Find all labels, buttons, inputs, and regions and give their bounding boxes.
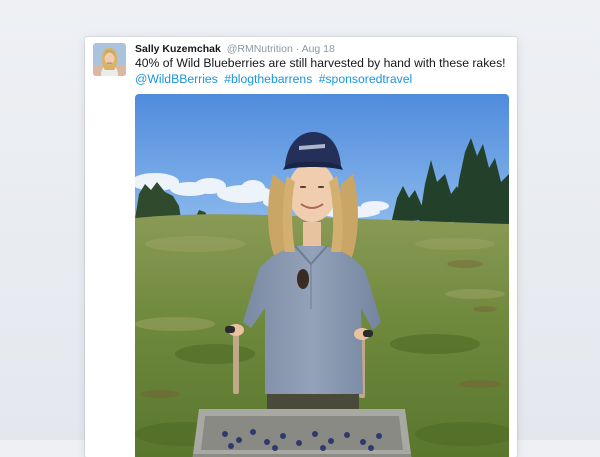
tweet-hashtags: @WildBBerries #blogthebarrens #sponsored… [135,71,505,87]
tweet-photo[interactable] [135,94,509,457]
author-name[interactable]: Sally Kuzemchak [135,43,221,55]
photo-blueberry-field [135,94,509,457]
hashtag-blogthebarrens[interactable]: #blogthebarrens [224,72,312,86]
avatar-image [93,43,126,76]
tweet-body: 40% of Wild Blueberries are still harves… [135,56,506,70]
tweet-card[interactable]: Sally Kuzemchak @RMNutrition · Aug 18 40… [85,37,517,457]
header-separator: · [295,43,300,55]
mention-wildbberries[interactable]: @WildBBerries [135,72,218,86]
author-handle[interactable]: @RMNutrition [227,43,293,55]
avatar[interactable] [93,43,126,76]
tweet-date[interactable]: Aug 18 [302,43,335,55]
hashtag-sponsoredtravel[interactable]: #sponsoredtravel [319,72,413,86]
tweet-text: 40% of Wild Blueberries are still harves… [135,55,506,87]
